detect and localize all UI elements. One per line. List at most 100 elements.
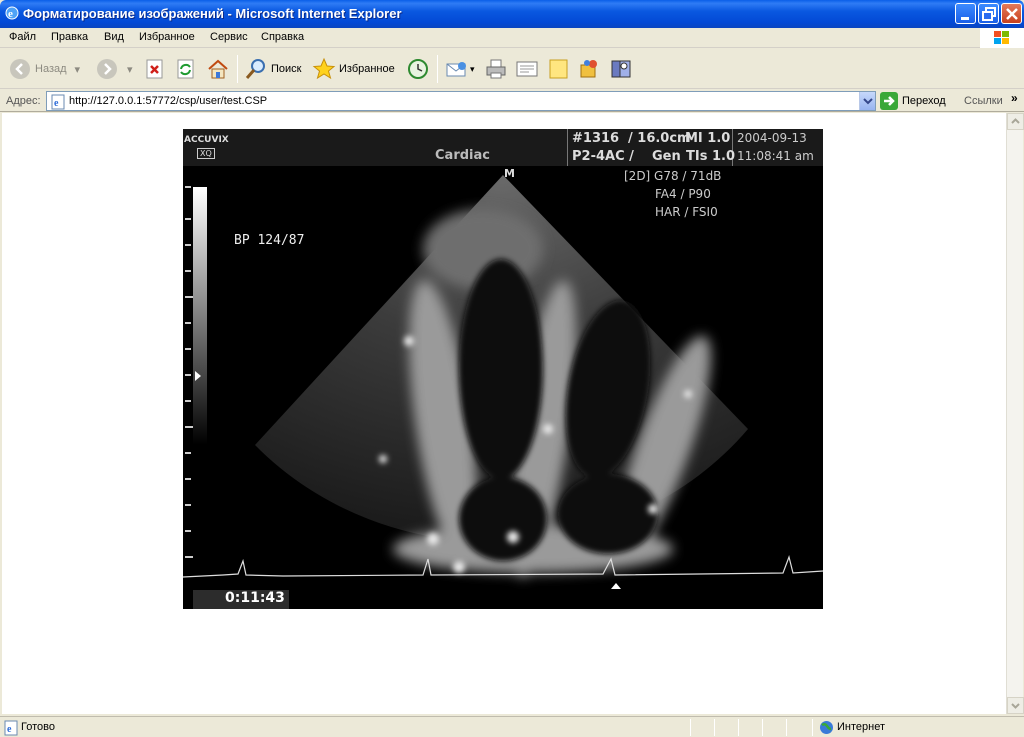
printer-icon <box>486 59 506 79</box>
chevron-up-icon <box>1011 118 1020 124</box>
back-button[interactable]: Назад ▾ <box>8 55 80 83</box>
back-arrow-icon <box>10 59 30 79</box>
page-status-icon: e <box>4 720 18 736</box>
go-arrow-icon <box>880 92 898 110</box>
go-label: Переход <box>902 95 946 107</box>
status-text: Готово <box>21 721 55 733</box>
history-button[interactable] <box>406 55 430 83</box>
menu-file[interactable]: Файл <box>9 31 36 43</box>
exam-time: 11:08:41 am <box>737 149 814 163</box>
image-number: #1316 <box>572 131 620 146</box>
depth-value: / 16.0cm <box>628 131 691 146</box>
home-icon <box>208 59 228 79</box>
page-content: ACCUVIX XQ Cardiac #1316 / 16.0cm MI 1.0… <box>2 113 1006 714</box>
links-button[interactable]: Ссылки <box>964 95 1003 107</box>
menu-favorites[interactable]: Избранное <box>139 31 195 43</box>
forward-dropdown-icon[interactable]: ▾ <box>127 63 133 76</box>
research-icon <box>611 60 631 78</box>
mode-gain-line: [2D] G78 / 71dB <box>624 169 722 183</box>
minimize-icon <box>961 17 969 20</box>
menu-view[interactable]: Вид <box>104 31 124 43</box>
vertical-scrollbar[interactable] <box>1006 113 1024 714</box>
brand-logo: ACCUVIX <box>184 135 229 145</box>
mail-icon <box>446 62 466 77</box>
status-bar: e Готово Интернет <box>0 716 1024 737</box>
favorites-label: Избранное <box>339 63 395 75</box>
close-icon <box>1006 8 1018 20</box>
security-zone: Интернет <box>837 721 885 733</box>
restore-icon <box>982 7 996 21</box>
toolbar-separator <box>437 55 438 83</box>
exam-type: Cardiac <box>435 148 490 163</box>
page-icon: e <box>51 94 65 110</box>
search-icon <box>245 59 265 79</box>
mail-button[interactable]: ▾ <box>445 55 475 83</box>
mi-value: MI 1.0 <box>685 131 731 146</box>
status-divider <box>786 719 787 736</box>
history-icon <box>408 59 428 79</box>
menu-help[interactable]: Справка <box>261 31 304 43</box>
forward-button[interactable]: ▾ <box>95 55 133 83</box>
messenger-icon <box>580 60 597 78</box>
ultrasound-scan-graphic <box>183 175 823 606</box>
print-button[interactable] <box>484 55 508 83</box>
svg-text:e: e <box>54 98 59 109</box>
exam-date: 2004-09-13 <box>737 131 807 145</box>
home-button[interactable] <box>206 55 230 83</box>
mail-dropdown-icon[interactable]: ▾ <box>470 64 475 75</box>
ultrasound-image: ACCUVIX XQ Cardiac #1316 / 16.0cm MI 1.0… <box>183 129 823 609</box>
minimize-button[interactable] <box>955 3 976 24</box>
svg-text:e: e <box>7 724 12 735</box>
stop-button[interactable] <box>144 55 166 83</box>
search-button[interactable]: Поиск <box>244 55 301 83</box>
address-input[interactable]: e http://127.0.0.1:57772/csp/user/test.C… <box>46 91 876 111</box>
maximize-button[interactable] <box>978 3 999 24</box>
preset-value: Gen <box>652 149 681 164</box>
svg-text:e: e <box>8 8 13 20</box>
scroll-up-button[interactable] <box>1007 113 1024 130</box>
edit-page-icon <box>516 61 538 77</box>
close-button[interactable] <box>1001 3 1022 24</box>
status-divider <box>714 719 715 736</box>
status-divider <box>812 719 813 736</box>
search-label: Поиск <box>271 63 302 75</box>
note-icon <box>549 59 568 79</box>
title-bar: e Форматирование изображений - Microsoft… <box>0 0 1024 28</box>
chevron-down-icon <box>1011 703 1020 709</box>
scroll-down-button[interactable] <box>1007 697 1024 714</box>
tis-value: TIs 1.0 <box>686 149 735 164</box>
stop-icon <box>146 59 163 79</box>
ie-icon: e <box>5 6 19 20</box>
go-button[interactable]: Переход <box>880 92 946 110</box>
status-divider <box>690 719 691 736</box>
address-dropdown-button[interactable] <box>859 92 875 110</box>
research-button[interactable] <box>609 55 633 83</box>
chevron-down-icon <box>863 98 873 105</box>
brand-sub-logo: XQ <box>197 148 215 159</box>
messenger-button[interactable] <box>578 55 602 83</box>
links-chevron-icon[interactable]: » <box>1011 91 1018 105</box>
view-value: P2-4AC / <box>572 149 634 164</box>
harmonic-line: HAR / FSI0 <box>655 205 718 219</box>
address-url[interactable]: http://127.0.0.1:57772/csp/user/test.CSP <box>69 95 267 107</box>
refresh-button[interactable] <box>175 55 197 83</box>
menu-tools[interactable]: Сервис <box>210 31 248 43</box>
back-label: Назад <box>35 63 67 75</box>
edit-button[interactable] <box>515 55 539 83</box>
toolbar-separator <box>237 55 238 83</box>
discuss-button[interactable] <box>547 55 571 83</box>
menu-bar: Файл Правка Вид Избранное Сервис Справка <box>0 28 1024 48</box>
orientation-marker: M <box>504 167 515 180</box>
toolbar: Назад ▾ ▾ Поиск Избранное ▾ <box>0 49 1024 89</box>
back-dropdown-icon[interactable]: ▾ <box>75 63 81 76</box>
status-divider <box>738 719 739 736</box>
cine-timer: 0:11:43 <box>225 590 285 606</box>
favorites-star-icon <box>312 57 336 80</box>
frame-line: FA4 / P90 <box>655 187 711 201</box>
address-bar: Адрес: e http://127.0.0.1:57772/csp/user… <box>0 90 1024 112</box>
address-label: Адрес: <box>6 95 41 107</box>
favorites-button[interactable]: Избранное <box>312 55 395 83</box>
internet-zone-icon <box>820 721 833 734</box>
menu-edit[interactable]: Правка <box>51 31 88 43</box>
windows-logo-icon <box>980 28 1024 48</box>
